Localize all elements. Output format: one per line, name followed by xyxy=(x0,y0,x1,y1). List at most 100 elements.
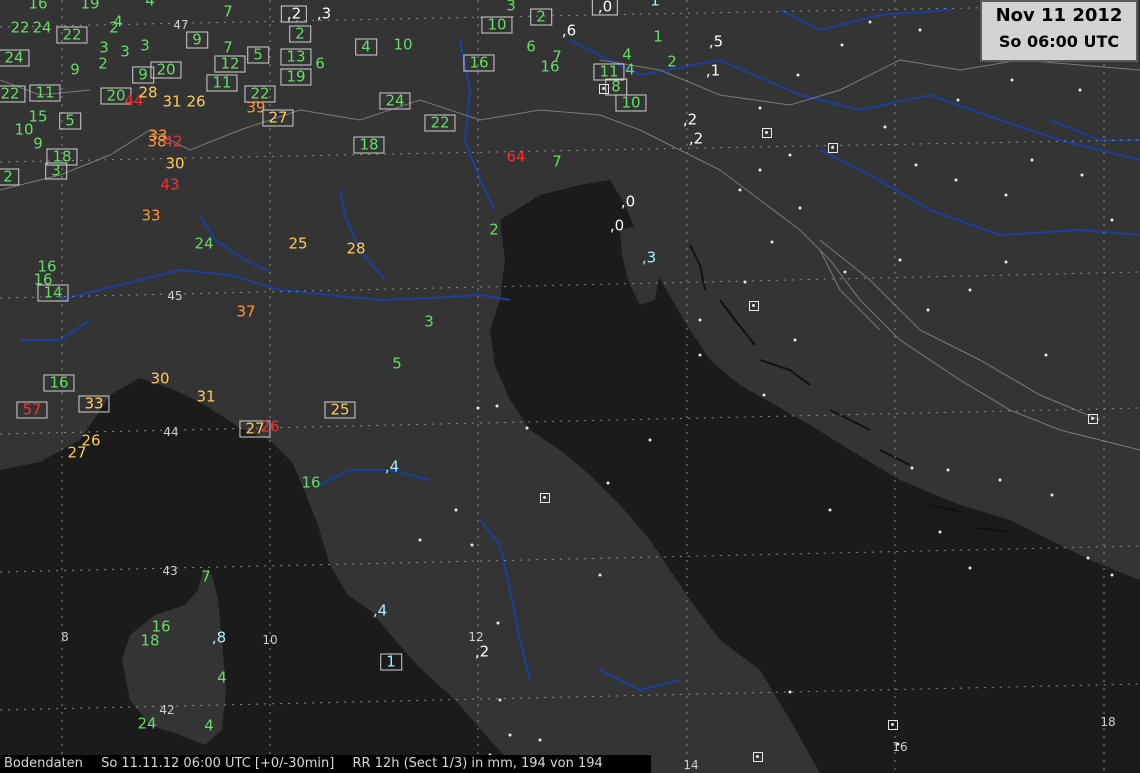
precip-value: 4 xyxy=(113,12,123,31)
precip-value: 10 xyxy=(615,94,647,112)
station-dot xyxy=(495,404,499,408)
precip-value: 9 xyxy=(132,66,154,84)
precip-value: 1 xyxy=(650,0,660,10)
station-dot xyxy=(454,508,458,512)
station-dot xyxy=(1004,193,1008,197)
station-dot xyxy=(883,125,887,129)
precip-value: ,8 xyxy=(211,628,227,647)
precip-value: ,3 xyxy=(641,248,657,267)
precip-value: 7 xyxy=(201,567,211,586)
date-box: Nov 11 2012 So 06:00 UTC xyxy=(980,0,1138,62)
station-dot xyxy=(968,566,972,570)
precip-value: 22 xyxy=(0,85,26,103)
precip-value: ,3 xyxy=(316,4,332,23)
precip-value: 2 xyxy=(530,8,552,26)
precip-value: ,6 xyxy=(561,21,577,40)
precip-value: ,0 xyxy=(609,216,625,235)
graticule-label: 44 xyxy=(163,425,179,439)
precip-value: 3 xyxy=(140,36,150,55)
station-square-marker xyxy=(762,128,772,138)
graticule-label: 10 xyxy=(262,633,278,647)
precip-value: 11 xyxy=(29,84,61,102)
precip-value: 14 xyxy=(37,284,69,302)
precip-value: 13 xyxy=(280,48,312,66)
precip-value: 7 xyxy=(552,152,562,171)
station-dot xyxy=(998,478,1002,482)
precip-value: 24 xyxy=(137,714,157,733)
station-dot xyxy=(498,698,502,702)
precip-value: 42 xyxy=(163,132,183,151)
station-dot xyxy=(868,20,872,24)
precip-value: 6 xyxy=(526,37,536,56)
precip-value: 2 xyxy=(98,54,108,73)
precip-value: 2 xyxy=(667,52,677,71)
precip-value: 33 xyxy=(78,395,110,413)
precip-value: 4 xyxy=(204,716,214,735)
station-dot xyxy=(525,426,529,430)
status-timestamp: So 11.11.12 06:00 UTC [+0/-30min] xyxy=(101,756,335,771)
station-dot xyxy=(1010,78,1014,82)
precip-value: 19 xyxy=(280,68,312,86)
precip-value: 16 xyxy=(28,0,48,13)
station-dot xyxy=(470,543,474,547)
precip-value: 3 xyxy=(120,42,130,61)
station-dot xyxy=(798,206,802,210)
precip-value: 4 xyxy=(145,0,155,10)
station-dot xyxy=(538,738,542,742)
station-square-marker xyxy=(1088,414,1098,424)
station-dot xyxy=(926,308,930,312)
precip-value: 22 xyxy=(424,114,456,132)
station-dot xyxy=(758,106,762,110)
graticule-label: 45 xyxy=(167,289,183,303)
precip-value: 27 xyxy=(67,443,87,462)
station-dot xyxy=(1086,556,1090,560)
station-dot xyxy=(698,318,702,322)
precip-value: 24 xyxy=(194,234,214,253)
precip-value: 30 xyxy=(165,154,185,173)
station-dot xyxy=(843,270,847,274)
precip-value: 57 xyxy=(16,401,48,419)
precip-value: ,4 xyxy=(372,601,388,620)
station-dot xyxy=(606,481,610,485)
precip-value: 6 xyxy=(315,54,325,73)
precip-value: 43 xyxy=(160,175,180,194)
graticule-label: 42 xyxy=(159,703,175,717)
map-base xyxy=(0,0,1140,773)
precip-value: ,2 xyxy=(280,5,308,23)
station-dot xyxy=(828,508,832,512)
precip-value: 10 xyxy=(481,16,513,34)
precip-value: 64 xyxy=(506,147,526,166)
precip-value: 10 xyxy=(14,120,34,139)
station-dot xyxy=(946,468,950,472)
precip-value: 5 xyxy=(392,354,402,373)
station-dot xyxy=(1110,218,1114,222)
precip-value: 2 xyxy=(289,25,311,43)
graticule-label: 14 xyxy=(683,758,699,772)
weather-map[interactable]: 47 45 44 43 42 8 10 12 14 16 18 16 19 4 7 22 24 22 2 4 9 7,2… xyxy=(0,0,1140,773)
precip-value: 11 xyxy=(206,74,238,92)
precip-value: 20 xyxy=(150,61,182,79)
adriatic-sea xyxy=(490,180,1140,773)
station-dot xyxy=(758,168,762,172)
station-dot xyxy=(648,438,652,442)
precip-value: 7 xyxy=(223,2,233,21)
station-dot xyxy=(762,393,766,397)
precip-value: 24 xyxy=(0,49,30,67)
station-dot xyxy=(743,280,747,284)
precip-value: 16 xyxy=(463,54,495,72)
station-dot xyxy=(918,28,922,32)
precip-value: ,2 xyxy=(688,129,704,148)
precip-value: 1 xyxy=(653,27,663,46)
station-dot xyxy=(698,353,702,357)
precip-value: 3 xyxy=(506,0,516,15)
precip-value: 1 xyxy=(380,653,402,671)
date-label: Nov 11 2012 xyxy=(995,5,1123,26)
precip-value: ,2 xyxy=(474,642,490,661)
precip-value: 31 xyxy=(162,92,182,111)
precip-value: ,5 xyxy=(708,32,724,51)
station-dot xyxy=(788,153,792,157)
precip-value: 25 xyxy=(324,401,356,419)
precip-value: 3 xyxy=(424,312,434,331)
precip-value: 12 xyxy=(214,55,246,73)
precip-value: 9 xyxy=(70,60,80,79)
